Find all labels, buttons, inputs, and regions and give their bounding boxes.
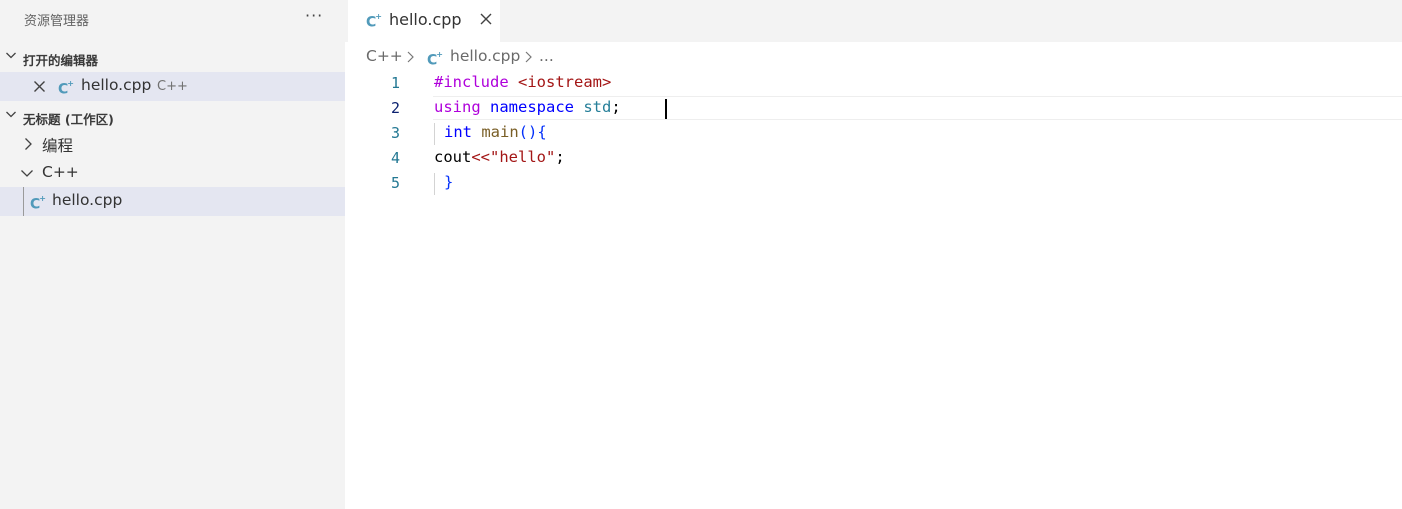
code-token: #include [434,73,518,91]
code-line-5: } [444,173,453,191]
close-icon[interactable] [33,80,46,93]
code-token: ; [611,98,621,116]
tree-folder-biancheng[interactable]: 编程 [0,130,345,159]
chevron-right-icon [407,51,414,63]
code-line-1: #include <iostream> [434,73,611,91]
workspace-label: 无标题 (工作区) [23,112,114,127]
open-editor-item[interactable]: C+ hello.cpp C++ [0,72,345,101]
code-token: "hello" [490,148,556,166]
open-editors-header[interactable]: 打开的编辑器 [0,47,345,69]
tree-file-label: hello.cpp [52,191,123,209]
code-token: <iostream> [518,73,612,91]
tree-folder-label: C++ [42,163,79,181]
code-token: main [481,123,519,141]
open-editor-filename: hello.cpp [81,76,152,94]
code-line-4: cout<<"hello"; [434,148,565,166]
explorer-title: 资源管理器 [24,14,90,29]
line-number: 5 [390,174,400,192]
code-line-3: int main(){ [444,123,547,141]
chevron-right-icon [25,138,32,150]
cpp-file-icon: C+ [30,194,46,213]
cpp-file-icon: C+ [366,12,382,31]
tree-file-hello-cpp[interactable]: C+ hello.cpp [0,187,345,216]
tab-hello-cpp[interactable]: C+ hello.cpp [348,0,500,42]
line-number: 4 [390,149,400,167]
code-token: using [434,98,490,116]
code-editor[interactable]: 1 2 3 4 5 #include <iostream> using name… [345,70,1402,509]
open-editor-folder-hint: C++ [157,79,188,94]
breadcrumb-folder[interactable]: C++ [366,47,403,65]
more-actions-icon[interactable]: ··· [305,6,323,25]
cpp-file-icon: C+ [58,79,74,98]
tree-folder-cpp[interactable]: C++ [0,159,345,188]
breadcrumb-file[interactable]: hello.cpp [450,47,520,65]
code-token: (){ [518,123,547,141]
chevron-right-icon [525,51,532,63]
open-editors-label: 打开的编辑器 [23,53,99,68]
chevron-down-icon [6,52,16,59]
code-line-2: using namespace std; [434,98,621,116]
workspace-header[interactable]: 无标题 (工作区) [0,106,345,128]
code-token: int [444,123,482,141]
tab-label: hello.cpp [389,10,462,29]
cpp-file-icon: C+ [427,50,443,69]
code-token: std [583,98,612,116]
line-number: 3 [390,124,400,142]
code-token: cout [434,148,472,166]
text-cursor [665,99,667,119]
indent-guide [434,123,435,145]
breadcrumb-symbols[interactable]: ... [539,47,554,65]
tree-folder-label: 编程 [42,137,74,155]
line-number: 1 [390,74,400,92]
code-token: } [444,173,454,191]
code-token: << [471,148,490,166]
explorer-sidebar: 资源管理器 ··· 打开的编辑器 C+ hello.cpp C++ 无标题 (工… [0,0,345,509]
code-token: namespace [490,98,584,116]
code-token: ; [555,148,565,166]
line-number: 2 [390,99,400,117]
close-icon[interactable] [479,12,493,26]
chevron-down-icon [6,111,16,118]
editor-tab-bar: C+ hello.cpp [345,0,1402,42]
indent-guide [23,187,24,216]
chevron-down-icon [21,170,33,177]
indent-guide [434,173,435,195]
